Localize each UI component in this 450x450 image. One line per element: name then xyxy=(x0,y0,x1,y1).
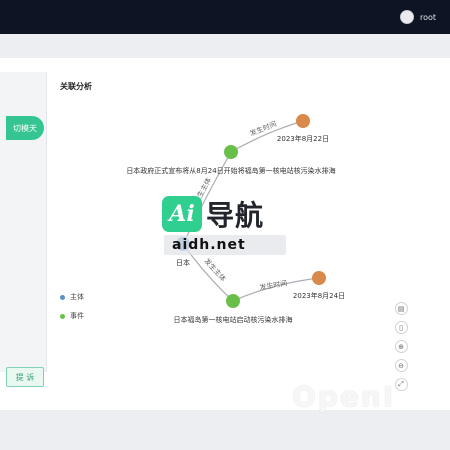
legend-label: 事件 xyxy=(70,312,84,320)
node-label-subject: 日本 xyxy=(176,258,190,267)
graph-toolbar: ▤ ▯ ⊕ ⊖ ⤢ xyxy=(392,302,410,391)
watermark-url: aidh.net xyxy=(164,235,286,255)
edge-label-time-2: 发生时间 xyxy=(259,278,288,292)
node-event-1[interactable] xyxy=(224,145,238,159)
user-menu[interactable]: root xyxy=(399,10,436,24)
watermark-logo: Ai 导航 xyxy=(162,194,264,234)
watermark-brand-text: 导航 xyxy=(206,199,265,232)
zoom-out-icon[interactable]: ⊖ xyxy=(394,359,408,372)
graph-legend: 主体 事件 xyxy=(60,292,84,330)
edge-label-subject-2: 发生主体 xyxy=(203,256,228,283)
legend-dot xyxy=(60,294,65,300)
submit-button[interactable]: 提 诉 xyxy=(6,367,44,387)
section-title: 关联分析 xyxy=(60,82,92,91)
switch-tab-button[interactable]: 切模天 xyxy=(6,116,44,140)
user-avatar[interactable] xyxy=(399,10,414,24)
legend-dot xyxy=(60,313,65,319)
zoom-in-icon[interactable]: ⊕ xyxy=(394,340,408,353)
node-label-time-2: 2023年8月24日 xyxy=(293,291,345,300)
delete-icon[interactable]: ▯ xyxy=(394,321,408,334)
node-time-2[interactable] xyxy=(312,271,326,285)
legend-item-event[interactable]: 事件 xyxy=(60,311,84,321)
legend-item-subject[interactable]: 主体 xyxy=(60,292,84,302)
legend-label: 主体 xyxy=(70,293,84,301)
watermark-badge: Ai xyxy=(162,196,202,232)
node-label-event-1: 日本政府正式宣布将从8月24日开始将福岛第一核电站核污染水排海 xyxy=(126,166,335,175)
node-time-1[interactable] xyxy=(296,114,310,128)
fullscreen-icon[interactable]: ⤢ xyxy=(394,378,408,391)
node-label-time-1: 2023年8月22日 xyxy=(277,134,329,143)
download-icon[interactable]: ▤ xyxy=(394,302,408,315)
username-label: root xyxy=(419,12,436,22)
node-label-event-2: 日本福岛第一核电站启动核污染水排海 xyxy=(174,315,293,324)
node-event-2[interactable] xyxy=(226,294,240,308)
top-bar: root xyxy=(0,0,450,34)
edge-label-time-1: 发生时间 xyxy=(248,119,277,138)
watermark-corner: OpenI xyxy=(292,380,396,413)
